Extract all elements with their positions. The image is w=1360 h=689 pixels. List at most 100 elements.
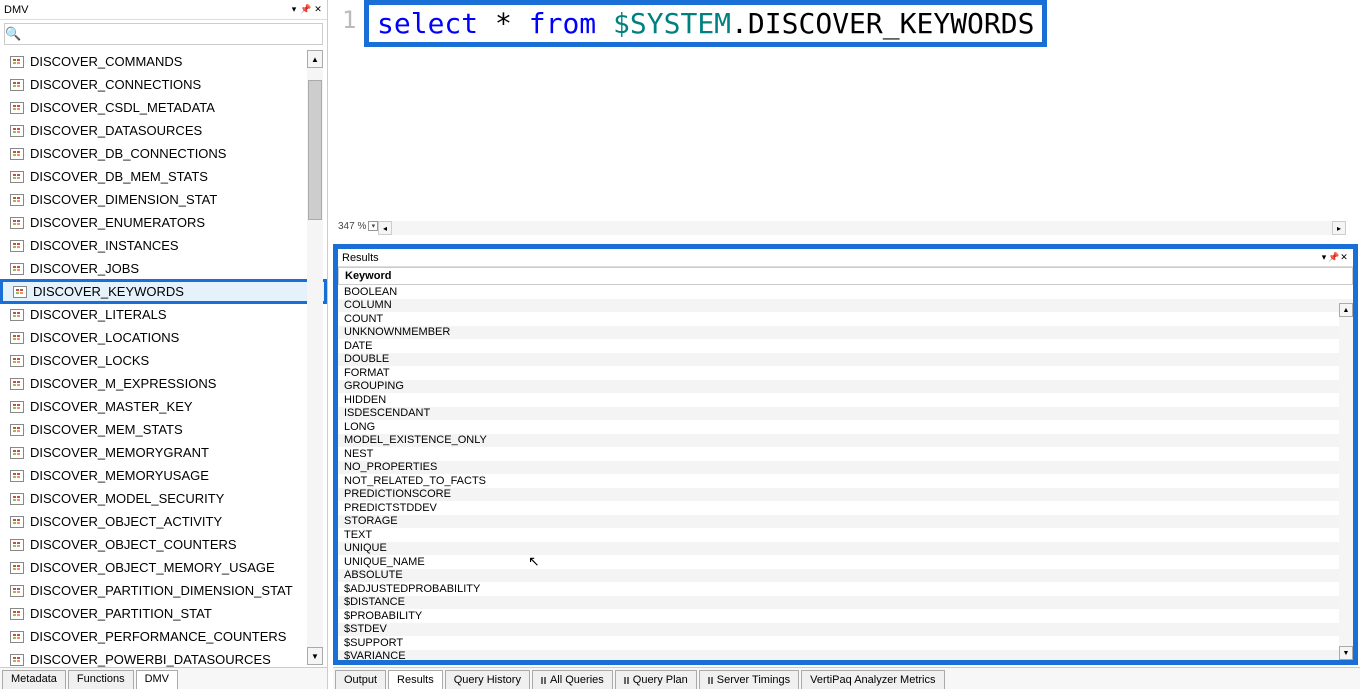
dmv-tree-item-label: DISCOVER_DIMENSION_STAT	[30, 192, 217, 207]
results-row[interactable]: NOT_RELATED_TO_FACTS	[338, 474, 1353, 488]
results-row[interactable]: UNIQUE_NAME	[338, 555, 1353, 569]
dmv-tree-item[interactable]: DISCOVER_MODEL_SECURITY	[0, 487, 327, 510]
dmv-tree-item[interactable]: DISCOVER_OBJECT_COUNTERS	[0, 533, 327, 556]
results-row[interactable]: $DISTANCE	[338, 596, 1353, 610]
results-scroll-down-icon[interactable]: ▼	[1339, 646, 1353, 660]
dmv-tree-item[interactable]: DISCOVER_MEMORYGRANT	[0, 441, 327, 464]
dmv-tree-item[interactable]: DISCOVER_ENUMERATORS	[0, 211, 327, 234]
dmv-tree-item[interactable]: DISCOVER_OBJECT_ACTIVITY	[0, 510, 327, 533]
code-identifier: DISCOVER_KEYWORDS	[748, 7, 1035, 40]
results-row[interactable]: HIDDEN	[338, 393, 1353, 407]
results-row[interactable]: ISDESCENDANT	[338, 407, 1353, 421]
table-icon	[10, 263, 24, 275]
dmv-tree-item[interactable]: DISCOVER_DIMENSION_STAT	[0, 188, 327, 211]
results-pin-icon[interactable]: 📌	[1329, 252, 1339, 264]
dmv-tree-item[interactable]: DISCOVER_POWERBI_DATASOURCES	[0, 648, 327, 667]
dmv-tree-item[interactable]: DISCOVER_MASTER_KEY	[0, 395, 327, 418]
bottom-tab-results[interactable]: Results	[388, 670, 443, 689]
hscroll-left-icon[interactable]: ◂	[378, 221, 392, 235]
results-row[interactable]: $SUPPORT	[338, 636, 1353, 650]
dmv-tree-item[interactable]: DISCOVER_COMMANDS	[0, 50, 327, 73]
results-row[interactable]: $STDEV	[338, 623, 1353, 637]
dmv-search-input[interactable]	[21, 27, 322, 41]
dmv-tree-item[interactable]: DISCOVER_OBJECT_MEMORY_USAGE	[0, 556, 327, 579]
table-icon	[10, 56, 24, 68]
dmv-tree-item[interactable]: DISCOVER_CONNECTIONS	[0, 73, 327, 96]
results-row[interactable]: $ADJUSTEDPROBABILITY	[338, 582, 1353, 596]
query-editor[interactable]: 1 select * from $SYSTEM.DISCOVER_KEYWORD…	[328, 0, 1360, 235]
zoom-dropdown-icon[interactable]: ▾	[368, 221, 378, 231]
results-row[interactable]: PREDICTSTDDEV	[338, 501, 1353, 515]
results-row[interactable]: UNKNOWNMEMBER	[338, 326, 1353, 340]
dmv-tree-item[interactable]: DISCOVER_CSDL_METADATA	[0, 96, 327, 119]
bottom-tab-vertipaq-analyzer-metrics[interactable]: VertiPaq Analyzer Metrics	[801, 670, 944, 689]
dmv-tree-item[interactable]: DISCOVER_M_EXPRESSIONS	[0, 372, 327, 395]
results-row[interactable]: BOOLEAN	[338, 285, 1353, 299]
dmv-tree-item[interactable]: DISCOVER_LOCATIONS	[0, 326, 327, 349]
dmv-tree-item[interactable]: DISCOVER_DB_MEM_STATS	[0, 165, 327, 188]
table-icon	[10, 539, 24, 551]
results-row[interactable]: MODEL_EXISTENCE_ONLY	[338, 434, 1353, 448]
zoom-value: 347 %	[338, 221, 366, 232]
dmv-tree-item-label: DISCOVER_DB_CONNECTIONS	[30, 146, 226, 161]
dmv-tree-item[interactable]: DISCOVER_MEMORYUSAGE	[0, 464, 327, 487]
dmv-tree-item-label: DISCOVER_MASTER_KEY	[30, 399, 193, 414]
results-row[interactable]: COUNT	[338, 312, 1353, 326]
results-row[interactable]: $VARIANCE	[338, 650, 1353, 661]
results-row[interactable]: LONG	[338, 420, 1353, 434]
editor-hscroll[interactable]: ◂ ▸	[378, 221, 1346, 235]
dmv-tree-item-label: DISCOVER_LOCATIONS	[30, 330, 179, 345]
results-scroll-track[interactable]	[1339, 317, 1353, 646]
bottom-tab-server-timings[interactable]: Server Timings	[699, 670, 799, 689]
results-row[interactable]: DATE	[338, 339, 1353, 353]
dmv-tree-item[interactable]: DISCOVER_KEYWORDS	[0, 279, 327, 304]
results-grid-body: BOOLEANCOLUMNCOUNTUNKNOWNMEMBERDATEDOUBL…	[338, 285, 1353, 660]
column-header-keyword[interactable]: Keyword	[339, 270, 397, 282]
dmv-tree-item[interactable]: DISCOVER_PARTITION_STAT	[0, 602, 327, 625]
hscroll-right-icon[interactable]: ▸	[1332, 221, 1346, 235]
results-row[interactable]: ABSOLUTE	[338, 569, 1353, 583]
results-row[interactable]: $PROBABILITY	[338, 609, 1353, 623]
results-row[interactable]: FORMAT	[338, 366, 1353, 380]
left-tab-functions[interactable]: Functions	[68, 670, 134, 689]
dmv-tree-item[interactable]: DISCOVER_DB_CONNECTIONS	[0, 142, 327, 165]
dmv-tree-item[interactable]: DISCOVER_MEM_STATS	[0, 418, 327, 441]
dmv-tree-item[interactable]: DISCOVER_LOCKS	[0, 349, 327, 372]
dmv-tree-item[interactable]: DISCOVER_DATASOURCES	[0, 119, 327, 142]
bottom-tab-query-history[interactable]: Query History	[445, 670, 530, 689]
results-row[interactable]: GROUPING	[338, 380, 1353, 394]
dmv-tree-item[interactable]: DISCOVER_LITERALS	[0, 303, 327, 326]
results-row[interactable]: NO_PROPERTIES	[338, 461, 1353, 475]
dmv-tree-item[interactable]: DISCOVER_INSTANCES	[0, 234, 327, 257]
bottom-tab-all-queries[interactable]: All Queries	[532, 670, 613, 689]
results-row[interactable]: TEXT	[338, 528, 1353, 542]
bottom-tab-output[interactable]: Output	[335, 670, 386, 689]
code-system: $SYSTEM	[613, 7, 731, 40]
dmv-search[interactable]: 🔍	[4, 23, 323, 45]
results-row[interactable]: NEST	[338, 447, 1353, 461]
left-tab-dmv[interactable]: DMV	[136, 670, 178, 689]
panel-close-icon[interactable]: ✕	[313, 4, 323, 16]
results-row[interactable]: STORAGE	[338, 515, 1353, 529]
left-tab-metadata[interactable]: Metadata	[2, 670, 66, 689]
scroll-up-icon[interactable]: ▲	[307, 50, 323, 68]
panel-pin-icon[interactable]: 📌	[301, 4, 311, 16]
results-scroll-up-icon[interactable]: ▲	[1339, 303, 1353, 317]
dmv-tree-item[interactable]: DISCOVER_JOBS	[0, 257, 327, 280]
results-grid-header[interactable]: Keyword	[338, 267, 1353, 285]
results-close-icon[interactable]: ✕	[1339, 252, 1349, 264]
scroll-track[interactable]	[307, 68, 323, 647]
panel-dropdown-icon[interactable]: ▾	[289, 4, 299, 16]
results-row[interactable]: DOUBLE	[338, 353, 1353, 367]
dmv-tree-item-label: DISCOVER_COMMANDS	[30, 54, 182, 69]
dmv-tree-item[interactable]: DISCOVER_PERFORMANCE_COUNTERS	[0, 625, 327, 648]
results-row[interactable]: UNIQUE	[338, 542, 1353, 556]
table-icon	[10, 608, 24, 620]
dmv-tree-item[interactable]: DISCOVER_PARTITION_DIMENSION_STAT	[0, 579, 327, 602]
results-row[interactable]: COLUMN	[338, 299, 1353, 313]
bottom-tab-query-plan[interactable]: Query Plan	[615, 670, 697, 689]
dmv-tree-item-label: DISCOVER_MEMORYUSAGE	[30, 468, 209, 483]
scroll-down-icon[interactable]: ▼	[307, 647, 323, 665]
scroll-thumb[interactable]	[308, 80, 322, 220]
results-row[interactable]: PREDICTIONSCORE	[338, 488, 1353, 502]
